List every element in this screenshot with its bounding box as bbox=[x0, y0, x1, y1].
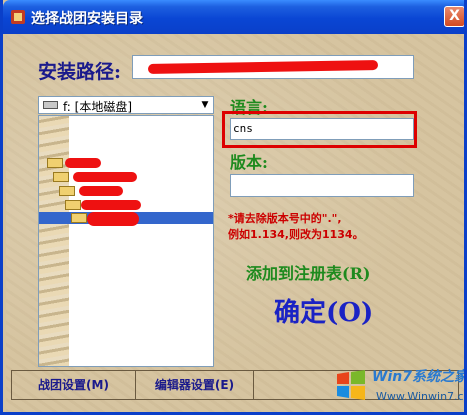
watermark-site: Www.Winwin7.com bbox=[376, 390, 464, 403]
redaction-mark bbox=[65, 158, 101, 168]
add-to-registry-button[interactable]: 添加到注册表(R) bbox=[246, 260, 370, 284]
chevron-down-icon[interactable]: ▼ bbox=[197, 97, 213, 113]
folder-icon bbox=[53, 172, 69, 182]
redaction-mark bbox=[73, 172, 137, 182]
version-input[interactable] bbox=[230, 174, 414, 197]
drive-icon bbox=[43, 101, 58, 109]
dialog-window: 选择战团安装目录 X 安装路径: f: [本地磁盘] ▼ 语言: cns 版本:… bbox=[0, 0, 467, 415]
install-path-label: 安装路径: bbox=[38, 61, 122, 83]
version-label: 版本: bbox=[230, 153, 268, 172]
redaction-mark bbox=[87, 212, 139, 226]
redaction-mark bbox=[81, 200, 141, 210]
redaction-mark bbox=[79, 186, 123, 196]
windows-logo-icon bbox=[337, 370, 365, 400]
close-button[interactable]: X bbox=[444, 6, 464, 27]
folder-icon bbox=[47, 158, 63, 168]
editor-settings-button[interactable]: 编辑器设置(E) bbox=[136, 371, 254, 399]
title-bar[interactable]: 选择战团安装目录 X bbox=[3, 0, 464, 34]
drive-select[interactable]: f: [本地磁盘] ▼ bbox=[38, 96, 214, 114]
folder-icon bbox=[65, 200, 81, 210]
watermark: Win7系统之家 Www.Winwin7.com bbox=[328, 364, 464, 410]
watermark-brand: Win7系统之家 bbox=[372, 369, 467, 385]
close-icon: X bbox=[449, 8, 460, 24]
confirm-button[interactable]: 确定(O) bbox=[274, 292, 373, 329]
window-title: 选择战团安装目录 bbox=[31, 11, 143, 27]
version-note: *请去除版本号中的".", 例如1.134,则改为1134。 bbox=[228, 211, 364, 243]
folder-icon bbox=[59, 186, 75, 196]
drive-select-value: f: [本地磁盘] bbox=[63, 100, 133, 114]
version-note-line1: *请去除版本号中的".", bbox=[228, 212, 342, 225]
team-settings-button[interactable]: 战团设置(M) bbox=[12, 371, 136, 399]
folder-tree[interactable] bbox=[38, 115, 214, 367]
version-note-line2: 例如1.134,则改为1134。 bbox=[228, 228, 364, 241]
app-icon bbox=[11, 10, 25, 24]
language-value: cns bbox=[233, 122, 253, 135]
folder-icon bbox=[71, 213, 87, 223]
bottom-toolbar-empty-slot bbox=[254, 371, 328, 399]
language-input[interactable]: cns bbox=[230, 118, 414, 140]
dialog-body: 安装路径: f: [本地磁盘] ▼ 语言: cns 版本: *请去除版本号中的"… bbox=[6, 34, 464, 412]
tree-background-image bbox=[39, 116, 69, 366]
